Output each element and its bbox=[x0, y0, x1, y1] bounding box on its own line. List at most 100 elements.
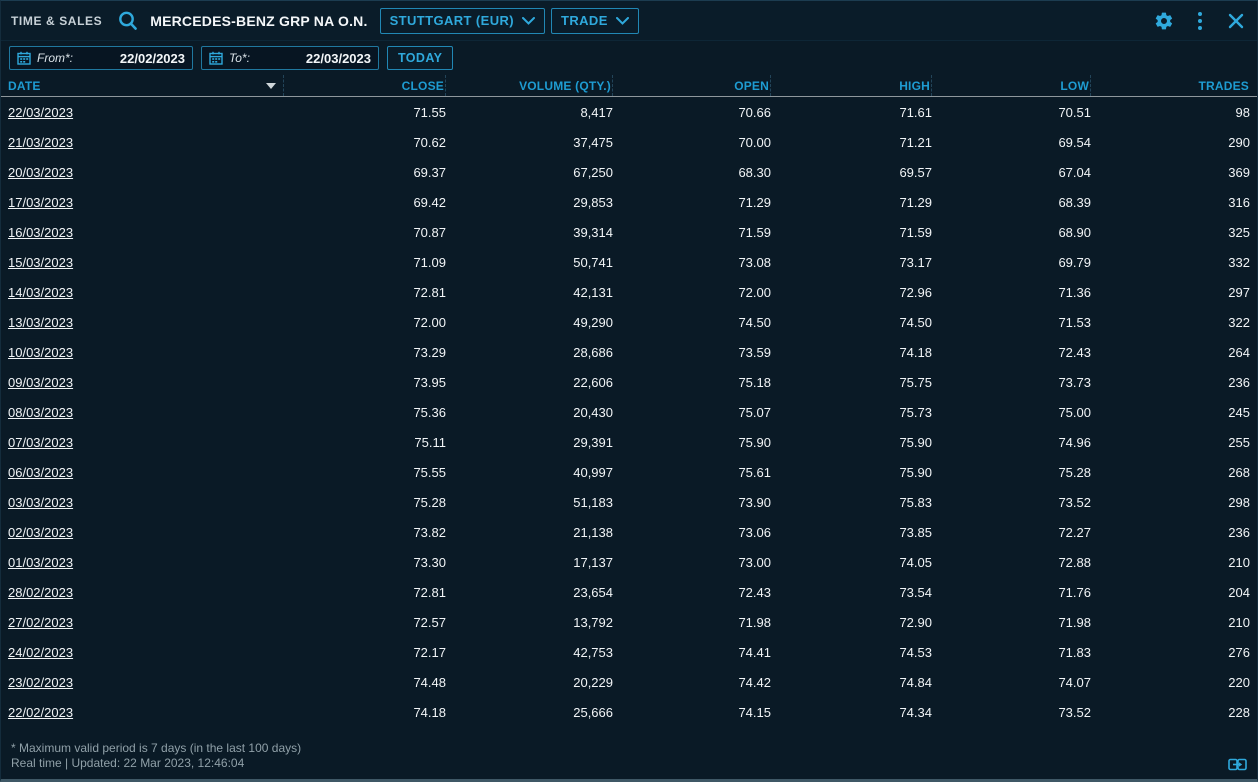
cell-trades: 369 bbox=[1228, 164, 1250, 180]
table-row[interactable]: 14/03/2023 72.81 42,131 72.00 72.96 71.36 297 bbox=[8, 277, 1250, 307]
column-header-close[interactable]: CLOSE bbox=[284, 75, 446, 96]
cell-low: 73.73 bbox=[1058, 374, 1091, 390]
cell-low: 72.88 bbox=[1058, 554, 1091, 570]
cell-high: 73.54 bbox=[899, 584, 932, 600]
from-date-field[interactable]: From*: bbox=[9, 46, 193, 70]
date-link[interactable]: 28/02/2023 bbox=[8, 585, 73, 600]
table-row[interactable]: 10/03/2023 73.29 28,686 73.59 74.18 72.43 264 bbox=[8, 337, 1250, 367]
table-row[interactable]: 03/03/2023 75.28 51,183 73.90 75.83 73.52 298 bbox=[8, 487, 1250, 517]
table-row[interactable]: 15/03/2023 71.09 50,741 73.08 73.17 69.79 332 bbox=[8, 247, 1250, 277]
date-link[interactable]: 01/03/2023 bbox=[8, 555, 73, 570]
title-bar: TIME & SALES MERCEDES-BENZ GRP NA O.N. S… bbox=[1, 1, 1257, 41]
date-link[interactable]: 09/03/2023 bbox=[8, 375, 73, 390]
cell-high: 74.05 bbox=[899, 554, 932, 570]
date-link[interactable]: 06/03/2023 bbox=[8, 465, 73, 480]
cell-open: 71.29 bbox=[738, 194, 771, 210]
column-header-trades[interactable]: TRADES bbox=[1091, 75, 1250, 96]
cell-trades: 290 bbox=[1228, 134, 1250, 150]
table-row[interactable]: 28/02/2023 72.81 23,654 72.43 73.54 71.76 204 bbox=[8, 577, 1250, 607]
date-link[interactable]: 22/02/2023 bbox=[8, 705, 73, 720]
cell-low: 71.36 bbox=[1058, 284, 1091, 300]
date-link[interactable]: 14/03/2023 bbox=[8, 285, 73, 300]
cell-low: 72.43 bbox=[1058, 344, 1091, 360]
table-row[interactable]: 08/03/2023 75.36 20,430 75.07 75.73 75.00 245 bbox=[8, 397, 1250, 427]
date-link[interactable]: 10/03/2023 bbox=[8, 345, 73, 360]
table-row[interactable]: 06/03/2023 75.55 40,997 75.61 75.90 75.28 268 bbox=[8, 457, 1250, 487]
column-header-volume[interactable]: VOLUME (QTY.) bbox=[446, 75, 613, 96]
column-header-high[interactable]: HIGH bbox=[771, 75, 932, 96]
calendar-icon[interactable] bbox=[209, 51, 223, 65]
cell-close: 75.55 bbox=[413, 464, 446, 480]
cell-open: 71.59 bbox=[738, 224, 771, 240]
today-button[interactable]: TODAY bbox=[387, 46, 454, 70]
cell-close: 72.00 bbox=[413, 314, 446, 330]
venue-dropdown[interactable]: STUTTGART (EUR) bbox=[379, 7, 546, 34]
date-link[interactable]: 03/03/2023 bbox=[8, 495, 73, 510]
to-date-label: To*: bbox=[229, 51, 250, 65]
column-header-low[interactable]: LOW bbox=[932, 75, 1091, 96]
column-header-open[interactable]: OPEN bbox=[613, 75, 771, 96]
cell-open: 75.07 bbox=[738, 404, 771, 420]
to-date-field[interactable]: To*: bbox=[201, 46, 379, 70]
cell-close: 75.28 bbox=[413, 494, 446, 510]
table-row[interactable]: 20/03/2023 69.37 67,250 68.30 69.57 67.04 369 bbox=[8, 157, 1250, 187]
column-header-date[interactable]: DATE bbox=[8, 75, 284, 96]
table-row[interactable]: 01/03/2023 73.30 17,137 73.00 74.05 72.88 210 bbox=[8, 547, 1250, 577]
search-icon bbox=[116, 9, 140, 33]
to-date-input[interactable] bbox=[255, 50, 371, 66]
table-row[interactable]: 23/02/2023 74.48 20,229 74.42 74.84 74.07 220 bbox=[8, 667, 1250, 697]
cell-trades: 316 bbox=[1228, 194, 1250, 210]
cell-close: 72.81 bbox=[413, 284, 446, 300]
trade-dropdown[interactable]: TRADE bbox=[551, 7, 639, 34]
cell-high: 73.17 bbox=[899, 254, 932, 270]
table-row[interactable]: 17/03/2023 69.42 29,853 71.29 71.29 68.39 316 bbox=[8, 187, 1250, 217]
cell-open: 75.61 bbox=[738, 464, 771, 480]
table-row[interactable]: 16/03/2023 70.87 39,314 71.59 71.59 68.90 325 bbox=[8, 217, 1250, 247]
search-button[interactable] bbox=[116, 9, 140, 33]
table-row[interactable]: 09/03/2023 73.95 22,606 75.18 75.75 73.73 236 bbox=[8, 367, 1250, 397]
link-channel-button[interactable] bbox=[1228, 758, 1247, 771]
cell-low: 68.90 bbox=[1058, 224, 1091, 240]
cell-high: 75.73 bbox=[899, 404, 932, 420]
cell-low: 74.07 bbox=[1058, 674, 1091, 690]
cell-trades: 322 bbox=[1228, 314, 1250, 330]
table-row[interactable]: 02/03/2023 73.82 21,138 73.06 73.85 72.27 236 bbox=[8, 517, 1250, 547]
cell-volume: 49,290 bbox=[573, 314, 613, 330]
cell-volume: 21,138 bbox=[573, 524, 613, 540]
date-link[interactable]: 21/03/2023 bbox=[8, 135, 73, 150]
date-link[interactable]: 13/03/2023 bbox=[8, 315, 73, 330]
date-link[interactable]: 20/03/2023 bbox=[8, 165, 73, 180]
date-link[interactable]: 15/03/2023 bbox=[8, 255, 73, 270]
table-row[interactable]: 22/02/2023 74.18 25,666 74.15 74.34 73.52 228 bbox=[8, 697, 1250, 727]
from-date-input[interactable] bbox=[79, 50, 185, 66]
close-icon bbox=[1228, 13, 1244, 29]
close-button[interactable] bbox=[1225, 10, 1247, 32]
cell-volume: 29,391 bbox=[573, 434, 613, 450]
settings-button[interactable] bbox=[1153, 10, 1175, 32]
table-row[interactable]: 24/02/2023 72.17 42,753 74.41 74.53 71.83 276 bbox=[8, 637, 1250, 667]
calendar-icon[interactable] bbox=[17, 51, 31, 65]
table-row[interactable]: 07/03/2023 75.11 29,391 75.90 75.90 74.96 255 bbox=[8, 427, 1250, 457]
cell-open: 75.18 bbox=[738, 374, 771, 390]
cell-low: 67.04 bbox=[1058, 164, 1091, 180]
date-link[interactable]: 24/02/2023 bbox=[8, 645, 73, 660]
table-row[interactable]: 27/02/2023 72.57 13,792 71.98 72.90 71.98 210 bbox=[8, 607, 1250, 637]
table-row[interactable]: 21/03/2023 70.62 37,475 70.00 71.21 69.54 290 bbox=[8, 127, 1250, 157]
date-link[interactable]: 07/03/2023 bbox=[8, 435, 73, 450]
table-row[interactable]: 13/03/2023 72.00 49,290 74.50 74.50 71.53 322 bbox=[8, 307, 1250, 337]
more-options-button[interactable] bbox=[1189, 10, 1211, 32]
date-link[interactable]: 16/03/2023 bbox=[8, 225, 73, 240]
date-link[interactable]: 23/02/2023 bbox=[8, 675, 73, 690]
cell-trades: 228 bbox=[1228, 704, 1250, 720]
date-link[interactable]: 17/03/2023 bbox=[8, 195, 73, 210]
date-link[interactable]: 27/02/2023 bbox=[8, 615, 73, 630]
table-row[interactable]: 22/03/2023 71.55 8,417 70.66 71.61 70.51 98 bbox=[8, 97, 1250, 127]
cell-high: 74.84 bbox=[899, 674, 932, 690]
cell-close: 73.29 bbox=[413, 344, 446, 360]
update-status: Real time | Updated: 22 Mar 2023, 12:46:… bbox=[11, 756, 245, 770]
date-link[interactable]: 22/03/2023 bbox=[8, 105, 73, 120]
cell-close: 73.30 bbox=[413, 554, 446, 570]
date-link[interactable]: 02/03/2023 bbox=[8, 525, 73, 540]
instrument-name[interactable]: MERCEDES-BENZ GRP NA O.N. bbox=[150, 13, 367, 29]
date-link[interactable]: 08/03/2023 bbox=[8, 405, 73, 420]
